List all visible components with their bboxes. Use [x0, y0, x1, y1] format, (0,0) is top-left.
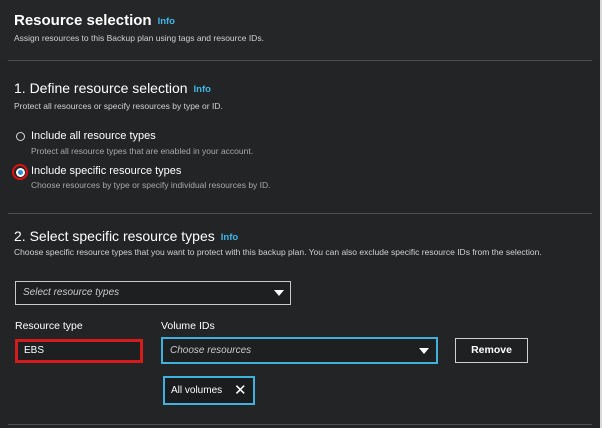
- radio-label-all: Include all resource types: [31, 130, 156, 142]
- resource-types-select[interactable]: Select resource types: [15, 281, 291, 305]
- divider-middle: [8, 213, 592, 214]
- page-title-text: Resource selection: [14, 12, 152, 29]
- chevron-down-icon: [419, 348, 429, 354]
- close-icon[interactable]: ✕: [234, 381, 247, 399]
- chevron-down-icon: [274, 290, 284, 296]
- radio-label-specific: Include specific resource types: [31, 165, 182, 177]
- header-info-link[interactable]: Info: [158, 16, 175, 27]
- section2-title-text: 2. Select specific resource types: [14, 228, 215, 244]
- section1-title-text: 1. Define resource selection: [14, 80, 188, 96]
- volume-ids-label: Volume IDs: [161, 320, 215, 332]
- volume-token: All volumes ✕: [163, 376, 255, 405]
- resource-type-label: Resource type: [15, 320, 83, 332]
- volume-ids-placeholder: Choose resources: [170, 345, 252, 356]
- radio-desc-specific: Choose resources by type or specify indi…: [31, 180, 271, 190]
- radio-button-all[interactable]: [16, 132, 25, 141]
- section2-info-link[interactable]: Info: [221, 232, 238, 243]
- divider-bottom: [8, 424, 592, 425]
- section2-title: 2. Select specific resource types Info: [14, 228, 238, 244]
- divider-top: [8, 60, 592, 61]
- section1-info-link[interactable]: Info: [194, 84, 211, 95]
- volume-token-label: All volumes: [171, 385, 223, 396]
- resource-type-field[interactable]: EBS: [15, 339, 143, 363]
- radio-button-specific[interactable]: [15, 167, 25, 177]
- remove-button[interactable]: Remove: [455, 338, 528, 363]
- volume-ids-select[interactable]: Choose resources: [161, 337, 438, 364]
- section1-subtitle: Protect all resources or specify resourc…: [14, 101, 223, 111]
- radio-desc-all: Protect all resource types that are enab…: [31, 146, 254, 156]
- resource-selection-panel: Resource selection Info Assign resources …: [0, 0, 600, 428]
- resource-types-placeholder: Select resource types: [23, 287, 120, 298]
- header-subtitle: Assign resources to this Backup plan usi…: [14, 33, 264, 43]
- header: Resource selection Info Assign resources …: [0, 0, 600, 60]
- resource-type-value: EBS: [24, 345, 45, 356]
- section2-subtitle: Choose specific resource types that you …: [14, 247, 542, 257]
- page-title: Resource selection Info: [14, 12, 175, 29]
- section1-title: 1. Define resource selection Info: [14, 80, 211, 96]
- page: Resource selection Info Assign resources …: [0, 0, 602, 428]
